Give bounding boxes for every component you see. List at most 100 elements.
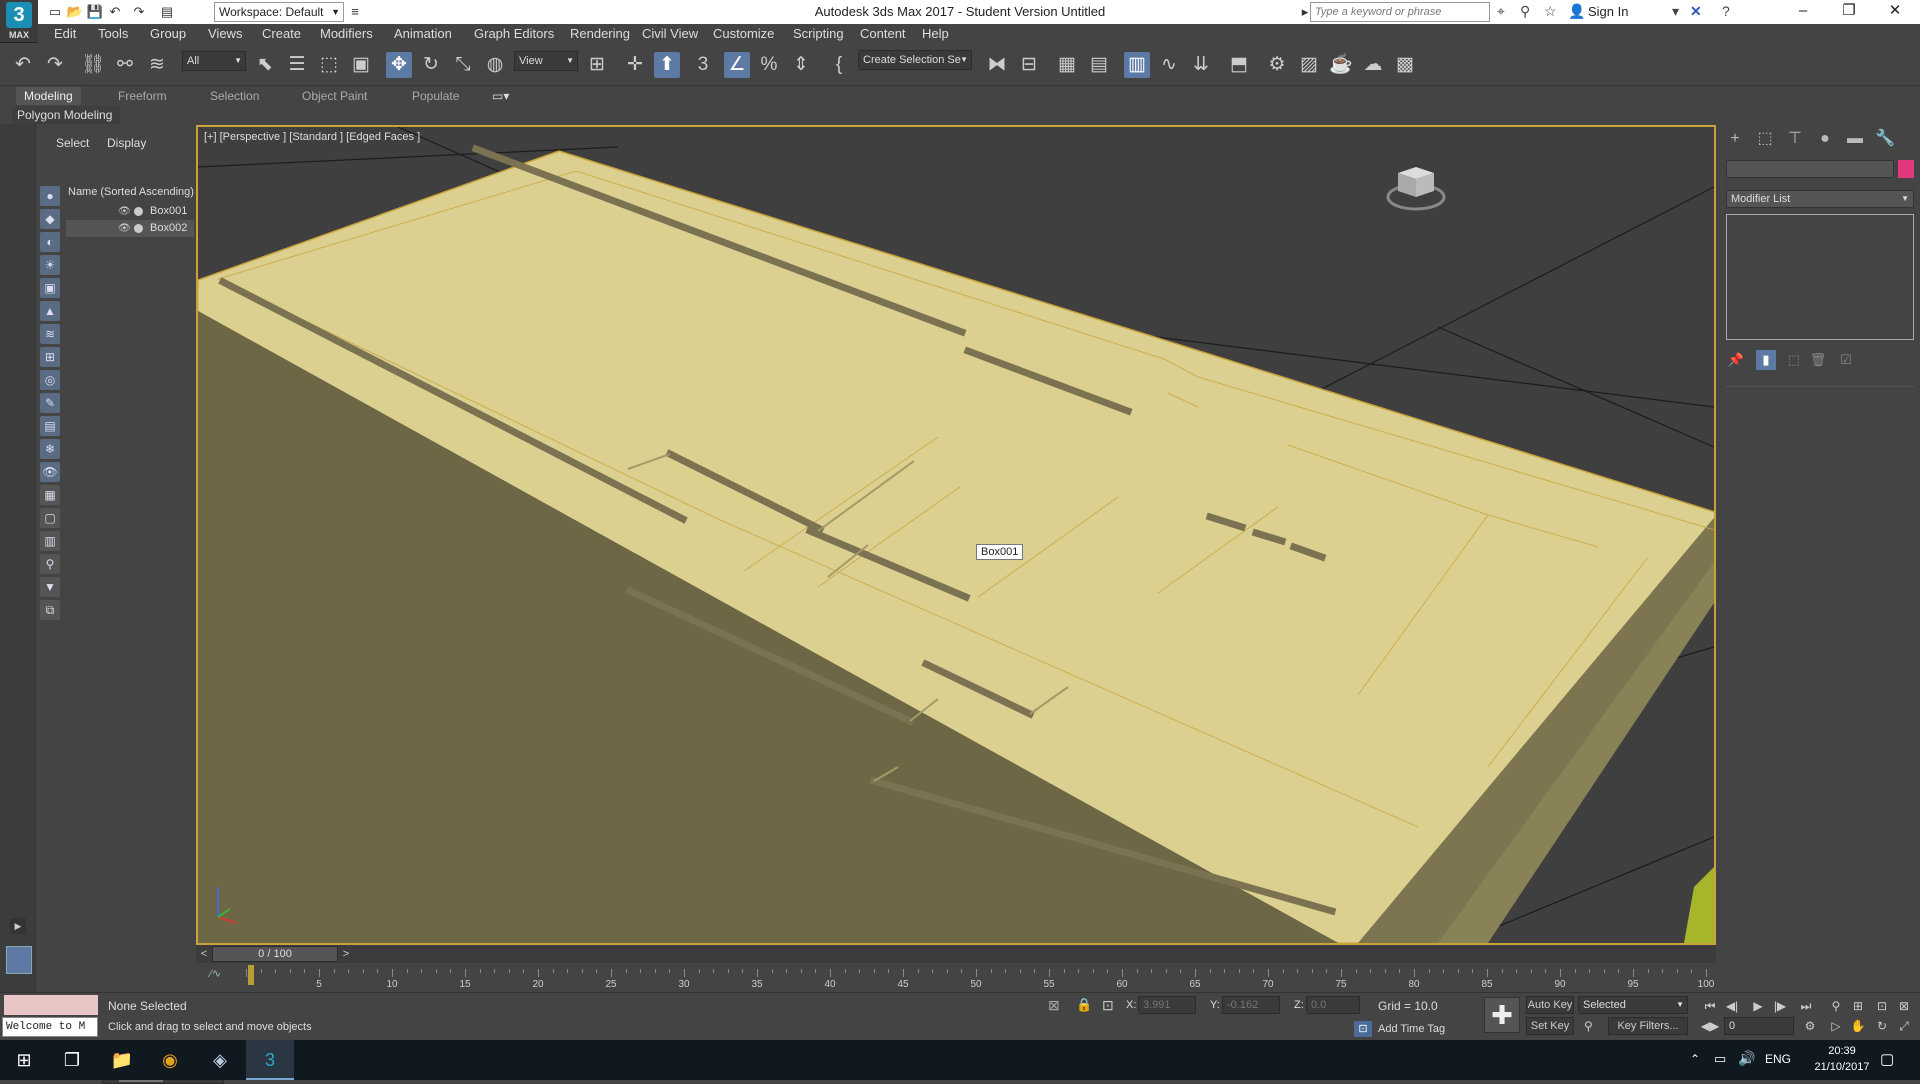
z-coordinate-field[interactable]: 0.0 — [1306, 996, 1360, 1014]
polygon-modeling-panel[interactable]: Polygon Modeling — [12, 106, 120, 124]
key-mode-dropdown[interactable]: Selected ▼ — [1578, 996, 1688, 1014]
menu-animation[interactable]: Animation — [394, 26, 452, 41]
display-frozen-icon[interactable]: ❄ — [40, 439, 60, 459]
next-frame-icon[interactable]: > — [338, 946, 354, 962]
ribbon-options-icon[interactable]: ▭▾ — [484, 87, 517, 105]
box002-visible-corner[interactable] — [1684, 867, 1714, 943]
language-indicator[interactable]: ENG — [1765, 1052, 1791, 1066]
pan-view-icon[interactable]: ✋ — [1848, 1017, 1868, 1035]
menu-civil-view[interactable]: Civil View — [642, 26, 698, 41]
file-explorer-icon[interactable]: 📁 — [98, 1040, 146, 1080]
manipulate-icon[interactable]: ✛ — [622, 52, 648, 78]
current-frame-field[interactable]: 0 — [1724, 1017, 1794, 1035]
orbit-icon[interactable]: ↻ — [1872, 1017, 1892, 1035]
new-file-icon[interactable]: ▭ — [46, 3, 64, 21]
exchange-apps-icon[interactable]: ✕ — [1690, 3, 1702, 20]
next-key-icon[interactable]: |▶ — [1770, 997, 1790, 1015]
track-bar[interactable]: ⁄∿ 5 10 15 20 25 30 35 40 45 50 55 60 65 70 75 80 85 90 95… — [196, 963, 1716, 991]
a360-gallery-icon[interactable]: ▩ — [1392, 52, 1418, 78]
go-to-start-icon[interactable]: ⏮ — [1700, 997, 1720, 1015]
zoom-all-icon[interactable]: ⊞ — [1848, 997, 1868, 1015]
windows-start-icon[interactable]: ⊞ — [0, 1040, 48, 1080]
3ds-max-taskbar-icon[interactable]: 3 — [246, 1040, 294, 1080]
display-lights-icon[interactable]: ☀ — [40, 255, 60, 275]
zoom-extents-icon[interactable]: ⊡ — [1872, 997, 1892, 1015]
go-to-end-icon[interactable]: ⏭ — [1796, 997, 1816, 1015]
utilities-tab-icon[interactable]: 🔧 — [1872, 128, 1898, 150]
redo-icon[interactable]: ↷ — [42, 52, 68, 78]
menu-rendering[interactable]: Rendering — [570, 26, 630, 41]
viewport-layout-icon[interactable] — [6, 946, 32, 974]
x-coordinate-field[interactable]: 3.991 — [1138, 996, 1196, 1014]
favorites-icon[interactable]: ☆ — [1544, 3, 1557, 20]
display-none-icon[interactable]: ● — [40, 186, 60, 206]
select-by-name-icon[interactable]: ☰ — [284, 52, 310, 78]
display-bones-icon[interactable]: ✎ — [40, 393, 60, 413]
open-file-icon[interactable]: 📂 — [66, 3, 84, 21]
absolute-mode-icon[interactable]: ⊡ — [1102, 997, 1114, 1014]
play-expand-icon[interactable]: ▶ — [10, 918, 26, 934]
previous-frame-icon[interactable]: < — [196, 946, 212, 962]
redo-quick-icon[interactable]: ↷ — [130, 3, 148, 21]
workspace-dropdown[interactable]: Workspace: Default ▼ — [214, 2, 344, 22]
align-icon[interactable]: ⊟ — [1016, 52, 1042, 78]
menu-edit[interactable]: Edit — [54, 26, 76, 41]
add-time-tag[interactable]: Add Time Tag — [1378, 1023, 1445, 1035]
curve-editor-icon[interactable]: ∿ — [1156, 52, 1182, 78]
selection-lock-icon[interactable]: 🔒 — [1076, 997, 1092, 1013]
display-cameras-icon[interactable]: ▣ — [40, 278, 60, 298]
unlink-icon[interactable]: ⚯ — [112, 52, 138, 78]
undo-icon[interactable]: ↶ — [10, 52, 36, 78]
toggle-ribbon-icon[interactable]: ▥ — [1124, 52, 1150, 78]
binoculars-icon[interactable]: ⌖ — [1497, 3, 1505, 20]
clock[interactable]: 20:39 21/10/2017 — [1810, 1043, 1874, 1075]
help-icon[interactable]: ? — [1722, 3, 1730, 19]
mirror-icon[interactable]: ⧓ — [984, 52, 1010, 78]
schematic-view-icon[interactable]: ⇊ — [1188, 52, 1214, 78]
modifier-list-dropdown[interactable]: Modifier List ▼ — [1726, 190, 1914, 208]
undo-quick-icon[interactable]: ↶ — [106, 3, 124, 21]
track-playhead[interactable] — [248, 965, 254, 985]
app-logo[interactable]: 3 MAX — [0, 0, 38, 43]
display-none-toggle-icon[interactable]: ▢ — [40, 508, 60, 528]
ribbon-tab-selection[interactable]: Selection — [202, 87, 267, 105]
key-mode-toggle-icon[interactable]: ⚲ — [1584, 1019, 1593, 1033]
zoom-extents-all-icon[interactable]: ⊠ — [1894, 997, 1914, 1015]
hierarchy-tab-icon[interactable]: ⊤ — [1782, 128, 1808, 150]
menu-group[interactable]: Group — [150, 26, 186, 41]
maxscript-listener-output[interactable] — [4, 995, 98, 1015]
configure-modifier-sets-icon[interactable]: ☑ — [1836, 350, 1856, 370]
render-in-cloud-icon[interactable]: ☁ — [1360, 52, 1386, 78]
explorer-tab-select[interactable]: Select — [56, 136, 89, 150]
auto-key-button[interactable]: Auto Key — [1526, 996, 1574, 1014]
bind-space-warp-icon[interactable]: ≋ — [144, 52, 170, 78]
invert-display-icon[interactable]: ▥ — [40, 531, 60, 551]
menu-tools[interactable]: Tools — [98, 26, 128, 41]
ribbon-tab-freeform[interactable]: Freeform — [110, 87, 175, 105]
modify-tab-icon[interactable]: ⬚ — [1752, 128, 1778, 150]
mini-curve-editor-icon[interactable]: ⁄∿ — [210, 967, 221, 980]
display-hidden-icon[interactable]: 👁 — [40, 462, 60, 482]
window-crossing-icon[interactable]: ▣ — [348, 52, 374, 78]
link-icon[interactable]: ⛓ — [80, 52, 106, 78]
visibility-eye-icon[interactable]: 👁 — [118, 220, 131, 237]
menu-views[interactable]: Views — [208, 26, 242, 41]
menu-graph-editors[interactable]: Graph Editors — [474, 26, 554, 41]
select-and-move-icon[interactable]: ✥ — [386, 52, 412, 78]
ribbon-tab-modeling[interactable]: Modeling — [16, 87, 81, 105]
isolate-selection-icon[interactable]: ⊠ — [1048, 997, 1060, 1014]
display-all-icon[interactable]: ▦ — [40, 485, 60, 505]
previous-key-icon[interactable]: ◀| — [1722, 997, 1742, 1015]
restore-button[interactable]: ❐ — [1826, 0, 1872, 24]
scene-explorer-toggle-icon[interactable]: ▦ — [1054, 52, 1080, 78]
set-key-button[interactable]: Set Key — [1526, 1017, 1574, 1035]
close-button[interactable]: ✕ — [1872, 0, 1918, 24]
display-helpers-icon[interactable]: ▲ — [40, 301, 60, 321]
remove-modifier-icon[interactable]: 🗑 — [1808, 350, 1828, 370]
display-xrefs-icon[interactable]: ◎ — [40, 370, 60, 390]
pin-stack-icon[interactable]: 📌 — [1726, 350, 1746, 370]
viewcube[interactable] — [1386, 167, 1446, 211]
explorer-row-box002[interactable]: 👁 Box002 — [66, 220, 194, 237]
key-filters-button[interactable]: Key Filters... — [1608, 1017, 1688, 1035]
volume-icon[interactable]: 🔊 — [1738, 1050, 1755, 1067]
